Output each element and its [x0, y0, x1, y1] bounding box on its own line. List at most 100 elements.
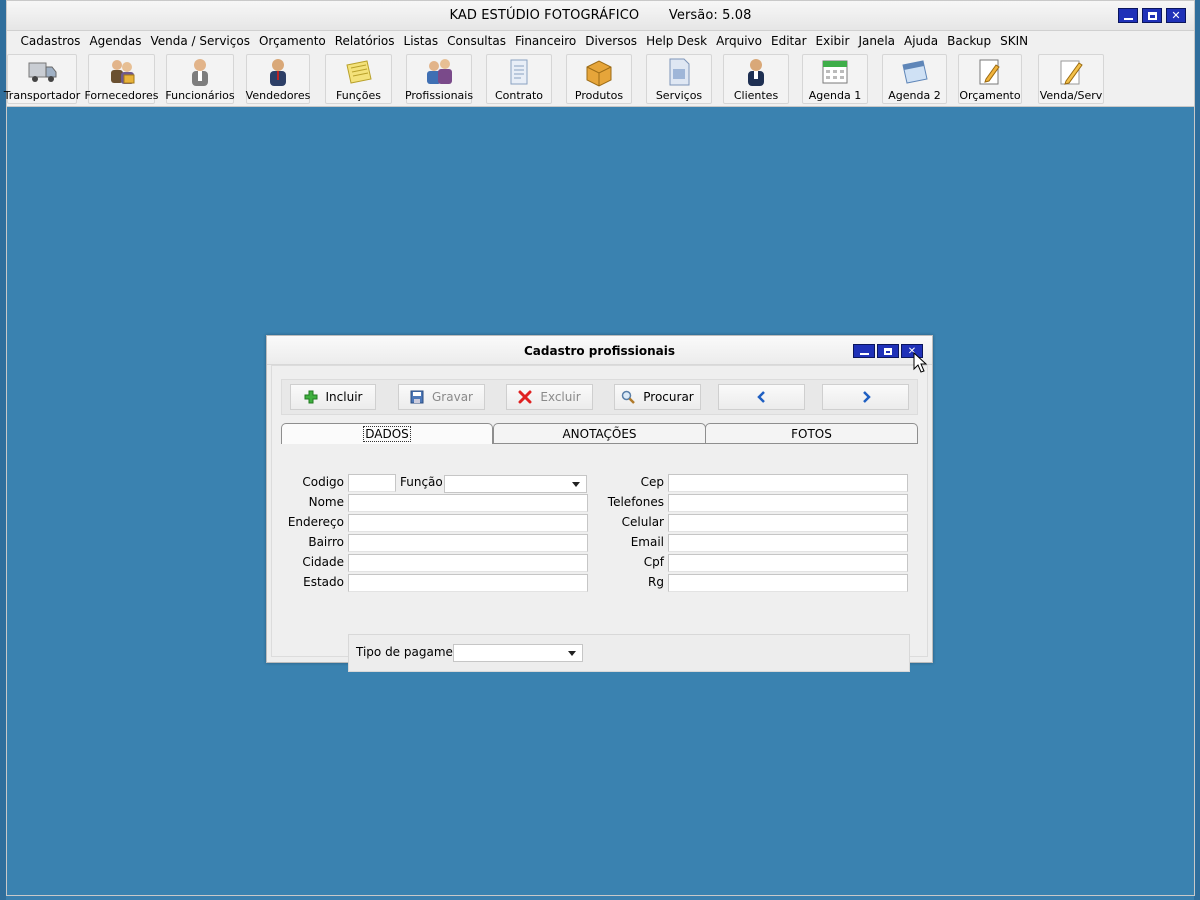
- toolbar-servicos-button[interactable]: Serviços: [646, 54, 712, 104]
- client-icon: [740, 57, 772, 87]
- cadastro-profissionais-dialog: Cadastro profissionais ✕ Incluir Gravar …: [266, 335, 933, 672]
- funcao-label: Função: [400, 475, 443, 489]
- calendar-icon: [899, 57, 931, 87]
- codigo-input[interactable]: [348, 474, 396, 492]
- menu-editar[interactable]: Editar: [767, 34, 812, 48]
- menu-financeiro[interactable]: Financeiro: [510, 34, 580, 48]
- telefones-label: Telefones: [607, 495, 664, 509]
- toolbar-funcoes-button[interactable]: Funções: [325, 54, 392, 104]
- rg-input[interactable]: [668, 574, 908, 592]
- maximize-icon: [884, 347, 892, 355]
- dialog-body: Incluir Gravar Excluir Procurar DADOS AN…: [271, 365, 928, 672]
- menu-bar: Cadastros Agendas Venda / Serviços Orçam…: [7, 31, 1194, 51]
- toolbar-agenda2-button[interactable]: Agenda 2: [882, 54, 947, 104]
- tab-divider: [493, 443, 918, 444]
- menu-skin[interactable]: SKIN: [996, 34, 1033, 48]
- toolbar-funcionarios-button[interactable]: Funcionários: [165, 54, 235, 104]
- codigo-label: Codigo: [302, 475, 344, 489]
- toolbar-vendedores-button[interactable]: Vendedores: [246, 54, 310, 104]
- toolbar-contrato-button[interactable]: Contrato: [486, 54, 552, 104]
- minimize-icon: [1123, 17, 1133, 20]
- funcao-select[interactable]: [444, 475, 587, 493]
- gravar-label: Gravar: [432, 390, 473, 404]
- box-icon: [583, 57, 615, 87]
- chevron-down-icon[interactable]: [564, 647, 580, 660]
- chevron-down-icon[interactable]: [568, 478, 584, 491]
- menu-ajuda[interactable]: Ajuda: [900, 34, 943, 48]
- tab-dados[interactable]: DADOS: [281, 423, 493, 444]
- menu-janela[interactable]: Janela: [854, 34, 900, 48]
- celular-input[interactable]: [668, 514, 908, 532]
- tab-dados-label: DADOS: [363, 426, 411, 442]
- endereco-input[interactable]: [348, 514, 588, 532]
- procurar-button[interactable]: Procurar: [614, 384, 701, 410]
- excluir-label: Excluir: [540, 390, 581, 404]
- incluir-button[interactable]: Incluir: [290, 384, 376, 410]
- estado-input[interactable]: [348, 574, 588, 592]
- toolbar-transportador-button[interactable]: Transportador: [4, 54, 80, 104]
- professionals-icon: [423, 57, 455, 87]
- cidade-label: Cidade: [302, 555, 344, 569]
- tipo-pagamento-select[interactable]: [453, 644, 583, 662]
- plus-icon: [304, 390, 318, 404]
- tab-anotacoes[interactable]: ANOTAÇÕES: [493, 423, 706, 443]
- main-titlebar[interactable]: KAD ESTÚDIO FOTOGRÁFICO Versão: 5.08 ✕: [7, 1, 1194, 31]
- procurar-label: Procurar: [643, 390, 694, 404]
- toolbar-orcamento-button[interactable]: Orçamento: [958, 54, 1022, 104]
- estado-label: Estado: [303, 575, 344, 589]
- maximize-button[interactable]: [1142, 8, 1162, 23]
- cep-input[interactable]: [668, 474, 908, 492]
- toolbar-label: Contrato: [494, 89, 543, 102]
- toolbar-profissionais-button[interactable]: Profissionais: [404, 54, 474, 104]
- excluir-button[interactable]: Excluir: [506, 384, 593, 410]
- menu-cadastros[interactable]: Cadastros: [16, 34, 85, 48]
- cpf-label: Cpf: [643, 555, 664, 569]
- toolbar-venda-serv-button[interactable]: Venda/Serv: [1038, 54, 1104, 104]
- gravar-button[interactable]: Gravar: [398, 384, 485, 410]
- dialog-titlebar[interactable]: Cadastro profissionais ✕: [267, 336, 932, 365]
- minimize-icon: [859, 353, 869, 355]
- menu-backup[interactable]: Backup: [943, 34, 996, 48]
- cpf-input[interactable]: [668, 554, 908, 572]
- email-input[interactable]: [668, 534, 908, 552]
- menu-venda-servicos[interactable]: Venda / Serviços: [146, 34, 254, 48]
- dialog-minimize-button[interactable]: [853, 344, 875, 358]
- toolbar-produtos-button[interactable]: Produtos: [566, 54, 632, 104]
- nome-label: Nome: [308, 495, 344, 509]
- menu-help-desk[interactable]: Help Desk: [642, 34, 712, 48]
- menu-consultas[interactable]: Consultas: [443, 34, 511, 48]
- menu-orcamento[interactable]: Orçamento: [254, 34, 330, 48]
- toolbar-agenda1-button[interactable]: Agenda 1: [802, 54, 868, 104]
- dialog-maximize-button[interactable]: [877, 344, 899, 358]
- menu-arquivo[interactable]: Arquivo: [712, 34, 767, 48]
- toolbar-label: Fornecedores: [84, 89, 159, 102]
- cidade-input[interactable]: [348, 554, 588, 572]
- toolbar-clientes-button[interactable]: Clientes: [723, 54, 789, 104]
- endereco-label: Endereço: [287, 515, 344, 529]
- minimize-button[interactable]: [1118, 8, 1138, 23]
- menu-diversos[interactable]: Diversos: [581, 34, 642, 48]
- mouse-cursor-icon: [913, 352, 928, 373]
- toolbar-label: Profissionais: [404, 89, 474, 102]
- tab-fotos[interactable]: FOTOS: [705, 423, 918, 443]
- search-icon: [622, 390, 636, 404]
- telefones-input[interactable]: [668, 494, 908, 512]
- menu-exibir[interactable]: Exibir: [811, 34, 854, 48]
- toolbar-fornecedores-button[interactable]: Fornecedores: [84, 54, 159, 104]
- close-button[interactable]: ✕: [1166, 8, 1186, 23]
- previous-record-button[interactable]: [718, 384, 805, 410]
- close-icon: ✕: [1171, 9, 1181, 22]
- next-record-button[interactable]: [822, 384, 909, 410]
- rg-label: Rg: [648, 575, 664, 589]
- menu-relatorios[interactable]: Relatórios: [330, 34, 399, 48]
- toolbar-label: Orçamento: [959, 89, 1021, 102]
- menu-listas[interactable]: Listas: [399, 34, 443, 48]
- chevron-left-icon: [756, 391, 765, 403]
- nome-input[interactable]: [348, 494, 588, 512]
- toolbar: Transportador Fornecedores Funcionários …: [4, 51, 1194, 107]
- bairro-input[interactable]: [348, 534, 588, 552]
- truck-icon: [26, 57, 58, 87]
- quote-icon: [974, 57, 1006, 87]
- toolbar-label: Agenda 1: [808, 89, 862, 102]
- menu-agendas[interactable]: Agendas: [85, 34, 146, 48]
